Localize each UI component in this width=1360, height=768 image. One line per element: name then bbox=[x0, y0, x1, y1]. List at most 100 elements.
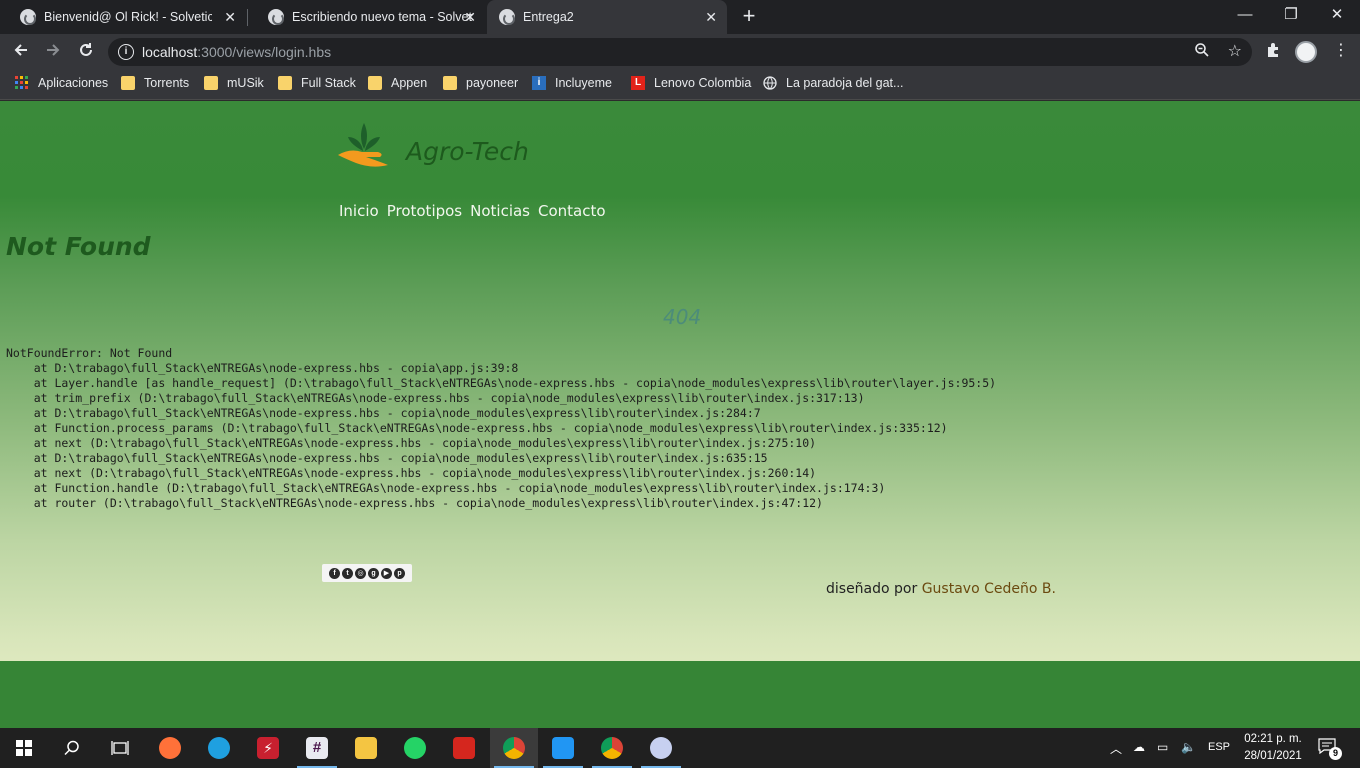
bookmark-label: Incluyeme bbox=[555, 76, 612, 90]
taskbar-paint[interactable] bbox=[637, 728, 685, 768]
bookmarks-bar: Aplicaciones Torrents mUSik Full Stack A… bbox=[0, 70, 1360, 100]
bookmark-full-stack[interactable]: Full Stack bbox=[278, 76, 356, 90]
bookmark-torrents[interactable]: Torrents bbox=[121, 76, 189, 90]
profile-avatar[interactable] bbox=[1295, 41, 1317, 63]
tab-strip: Bienvenid@ Ol Rick! - Solvetic ✕ Escribi… bbox=[0, 0, 1360, 34]
new-tab-button[interactable]: + bbox=[738, 5, 760, 27]
credit-author-link[interactable]: Gustavo Cedeño B. bbox=[922, 581, 1056, 597]
bookmark-label: Appen bbox=[391, 76, 428, 90]
taskbar-file-explorer[interactable] bbox=[342, 728, 390, 768]
chrome-icon bbox=[601, 737, 623, 759]
tab-entrega2[interactable]: Entrega2 ✕ bbox=[487, 0, 727, 34]
bookmark-aplicaciones[interactable]: Aplicaciones bbox=[15, 76, 108, 90]
close-window-button[interactable]: ✕ bbox=[1314, 0, 1360, 32]
url-text[interactable]: localhost:3000/views/login.hbs bbox=[142, 44, 331, 60]
restore-button[interactable]: ❐ bbox=[1268, 0, 1314, 32]
bookmark-label: La paradoja del gat... bbox=[786, 76, 904, 90]
taskbar-chrome-profile[interactable] bbox=[588, 728, 636, 768]
brand-title[interactable]: Agro-Tech bbox=[406, 137, 529, 166]
folder-icon bbox=[368, 76, 382, 90]
chrome-icon bbox=[503, 737, 525, 759]
tab-solvetic-new-topic[interactable]: Escribiendo nuevo tema - Solvetic ✕ bbox=[248, 0, 486, 34]
browser-toolbar: i localhost:3000/views/login.hbs ☆ ⋮ bbox=[0, 34, 1360, 70]
nav-inicio[interactable]: Inicio bbox=[339, 202, 379, 220]
folder-icon bbox=[204, 76, 218, 90]
designer-credit: diseñado por Gustavo Cedeño B. bbox=[826, 581, 1056, 597]
pinterest-icon[interactable]: p bbox=[394, 567, 405, 579]
nav-prototipos[interactable]: Prototipos bbox=[387, 202, 462, 220]
tab-title: Bienvenid@ Ol Rick! - Solvetic bbox=[44, 10, 212, 24]
taskbar-acrobat[interactable] bbox=[440, 728, 488, 768]
search-button[interactable] bbox=[48, 728, 96, 768]
taskbar-firefox[interactable] bbox=[146, 728, 194, 768]
task-view-button[interactable] bbox=[96, 728, 144, 768]
paint-icon bbox=[650, 737, 672, 759]
zoom-icon[interactable] bbox=[1194, 42, 1210, 62]
reload-button[interactable] bbox=[74, 40, 98, 64]
agro-tech-logo-icon[interactable] bbox=[336, 121, 392, 171]
task-view-icon bbox=[111, 741, 129, 755]
tab-solvetic-welcome[interactable]: Bienvenid@ Ol Rick! - Solvetic ✕ bbox=[0, 0, 246, 34]
edge-icon bbox=[208, 737, 230, 759]
googleplus-icon[interactable]: g bbox=[368, 567, 379, 579]
url-host: localhost bbox=[142, 44, 198, 60]
info-icon[interactable]: i bbox=[118, 44, 134, 60]
apps-grid-icon bbox=[15, 76, 28, 89]
folder-icon bbox=[278, 76, 292, 90]
globe-icon bbox=[763, 76, 777, 90]
page-viewport: Agro-Tech Inicio Prototipos Noticias Con… bbox=[0, 101, 1360, 728]
network-icon[interactable]: ▭ bbox=[1157, 740, 1168, 754]
tray-chevron-icon[interactable]: ︿ bbox=[1110, 740, 1122, 757]
folder-icon bbox=[443, 76, 457, 90]
lenovo-icon: L bbox=[631, 76, 645, 90]
menu-kebab-icon[interactable]: ⋮ bbox=[1333, 40, 1349, 60]
instagram-icon[interactable]: ◎ bbox=[355, 567, 366, 579]
whatsapp-icon bbox=[404, 737, 426, 759]
start-button[interactable] bbox=[0, 728, 48, 768]
action-center-button[interactable]: 9 bbox=[1318, 738, 1342, 760]
taskbar-edge[interactable] bbox=[195, 728, 243, 768]
bookmark-payoneer[interactable]: payoneer bbox=[443, 76, 518, 90]
language-indicator[interactable]: ESP bbox=[1208, 741, 1230, 753]
search-icon bbox=[64, 740, 79, 756]
youtube-icon[interactable]: ▶ bbox=[381, 567, 392, 579]
minimize-button[interactable]: — bbox=[1222, 0, 1268, 32]
taskbar-flash-app[interactable]: ⚡ bbox=[244, 728, 292, 768]
address-bar[interactable]: i localhost:3000/views/login.hbs ☆ bbox=[108, 38, 1252, 66]
bookmark-musik[interactable]: mUSik bbox=[204, 76, 264, 90]
url-path: :3000/views/login.hbs bbox=[197, 44, 332, 60]
nav-contacto[interactable]: Contacto bbox=[538, 202, 606, 220]
taskbar-chrome[interactable] bbox=[490, 728, 538, 768]
folder-icon bbox=[121, 76, 135, 90]
close-tab-icon[interactable]: ✕ bbox=[705, 9, 717, 26]
bookmark-label: Aplicaciones bbox=[38, 76, 109, 90]
bookmark-label: Full Stack bbox=[301, 76, 356, 90]
facebook-icon[interactable]: f bbox=[329, 567, 340, 579]
twitter-icon[interactable]: t bbox=[342, 567, 353, 579]
credit-prefix: diseñado por bbox=[826, 581, 918, 597]
extensions-puzzle-icon[interactable] bbox=[1265, 42, 1281, 63]
firefox-icon bbox=[159, 737, 181, 759]
onedrive-cloud-icon[interactable]: ☁ bbox=[1133, 740, 1145, 754]
taskbar-whatsapp[interactable] bbox=[391, 728, 439, 768]
bookmark-label: mUSik bbox=[227, 76, 264, 90]
tab-title: Entrega2 bbox=[523, 10, 574, 24]
bookmark-star-icon[interactable]: ☆ bbox=[1228, 41, 1242, 61]
system-clock[interactable]: 02:21 p. m. 28/01/2021 bbox=[1240, 731, 1306, 765]
close-tab-icon[interactable]: ✕ bbox=[464, 9, 476, 26]
clock-date: 28/01/2021 bbox=[1244, 750, 1302, 762]
taskbar-vscode[interactable] bbox=[539, 728, 587, 768]
forward-button[interactable] bbox=[41, 40, 65, 64]
lightning-icon: ⚡ bbox=[257, 737, 279, 759]
bookmark-appen[interactable]: Appen bbox=[368, 76, 427, 90]
close-tab-icon[interactable]: ✕ bbox=[224, 9, 236, 26]
nav-noticias[interactable]: Noticias bbox=[470, 202, 530, 220]
back-button[interactable] bbox=[9, 40, 33, 64]
vscode-icon bbox=[552, 737, 574, 759]
windows-logo-icon bbox=[16, 740, 32, 756]
bookmark-incluyeme[interactable]: i Incluyeme bbox=[532, 76, 612, 90]
bookmark-la-paradoja[interactable]: La paradoja del gat... bbox=[763, 76, 903, 90]
bookmark-lenovo-colombia[interactable]: L Lenovo Colombia bbox=[631, 76, 751, 90]
taskbar-slack[interactable]: # bbox=[293, 728, 341, 768]
volume-icon[interactable]: 🔈 bbox=[1181, 740, 1196, 754]
